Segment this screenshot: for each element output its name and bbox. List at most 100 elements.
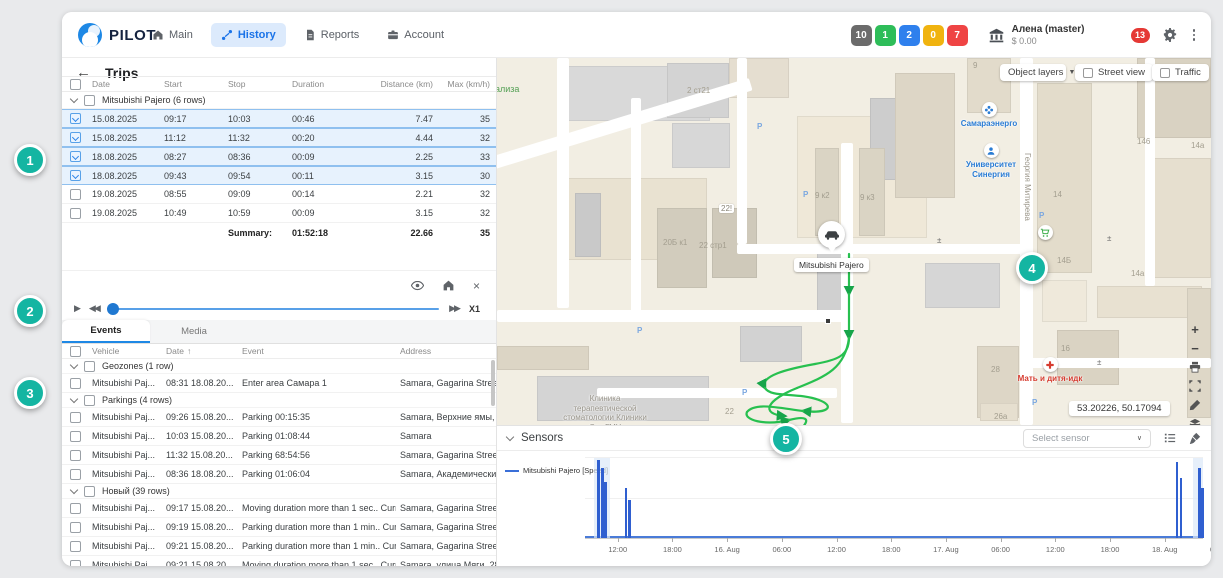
- trip-row[interactable]: 19.08.202508:5509:0900:142.2132: [62, 185, 496, 204]
- event-row-checkbox[interactable]: [70, 450, 81, 461]
- trip-row-checkbox[interactable]: [70, 170, 81, 181]
- object-layers-dropdown[interactable]: Object layers▼: [1000, 64, 1066, 81]
- trip-row[interactable]: 15.08.202509:1710:0300:467.4735: [62, 109, 496, 128]
- event-row[interactable]: Mitsubishi Paj...09:19 15.08.20...Parkin…: [62, 518, 496, 537]
- street-view-checkbox[interactable]: [1083, 68, 1093, 78]
- layers-icon[interactable]: [1187, 417, 1203, 425]
- events-column-header[interactable]: Date↑: [162, 346, 238, 356]
- event-row-checkbox[interactable]: [70, 378, 81, 389]
- trip-row[interactable]: 15.08.202511:1211:3200:204.4432: [62, 128, 496, 147]
- event-row[interactable]: Mitsubishi Paj...09:21 15.08.20...Moving…: [62, 556, 496, 566]
- play-button[interactable]: ▶: [74, 303, 79, 314]
- zoom-out-button[interactable]: −: [1187, 341, 1203, 355]
- playback-slider[interactable]: [109, 308, 439, 310]
- group-checkbox[interactable]: [84, 486, 95, 497]
- event-row-checkbox[interactable]: [70, 412, 81, 423]
- events-group-row[interactable]: Новый (39 rows): [62, 484, 496, 499]
- event-row[interactable]: Mitsubishi Paj...08:36 18.08.20...Parkin…: [62, 465, 496, 484]
- sensor-list-icon[interactable]: [1164, 432, 1176, 444]
- nav-item-reports[interactable]: Reports: [294, 23, 370, 47]
- event-row[interactable]: Mitsubishi Paj...10:03 15.08.20...Parkin…: [62, 427, 496, 446]
- group-checkbox[interactable]: [84, 395, 95, 406]
- nav-item-main[interactable]: Main: [142, 23, 203, 47]
- traffic-checkbox[interactable]: [1160, 68, 1170, 78]
- clear-brush-icon[interactable]: [1189, 432, 1201, 444]
- event-row[interactable]: Mitsubishi Paj...08:31 18.08.20...Enter …: [62, 374, 496, 393]
- sensor-select[interactable]: Select sensor∨: [1023, 429, 1151, 448]
- street-view-toggle[interactable]: Street view: [1075, 64, 1153, 81]
- nav-item-account[interactable]: Account: [377, 23, 454, 47]
- events-column-header[interactable]: Address: [396, 346, 497, 356]
- status-counter-2[interactable]: 2: [899, 25, 920, 46]
- tab-media[interactable]: Media: [150, 320, 238, 343]
- trip-row-checkbox[interactable]: [70, 208, 81, 219]
- group-chevron-icon[interactable]: [70, 394, 78, 402]
- map-canvas[interactable]: Mitsubishi Pajero 2 ст219129 к29 к322!20…: [497, 58, 1211, 425]
- event-row-checkbox[interactable]: [70, 522, 81, 533]
- events-column-header[interactable]: Vehicle: [88, 346, 162, 356]
- traffic-toggle[interactable]: Traffic: [1152, 64, 1209, 81]
- trips-group-row[interactable]: Mitsubishi Pajero (6 rows): [62, 92, 496, 109]
- trip-row[interactable]: 18.08.202509:4309:5400:113.1530: [62, 166, 496, 185]
- tab-events[interactable]: Events: [62, 320, 150, 343]
- trip-row-checkbox[interactable]: [70, 189, 81, 200]
- status-counter-1[interactable]: 1: [875, 25, 896, 46]
- events-scrollbar[interactable]: [491, 360, 495, 406]
- trips-column-header[interactable]: Distance (km): [358, 79, 440, 89]
- trips-column-header[interactable]: Duration: [288, 79, 358, 89]
- status-counter-4[interactable]: 7: [947, 25, 968, 46]
- vehicle-marker[interactable]: [818, 221, 845, 253]
- events-group-row[interactable]: Parkings (4 rows): [62, 393, 496, 408]
- overflow-menu-icon[interactable]: [1191, 27, 1198, 43]
- eye-icon[interactable]: [411, 279, 424, 292]
- group-checkbox[interactable]: [84, 361, 95, 372]
- event-row-checkbox[interactable]: [70, 560, 81, 567]
- event-row[interactable]: Mitsubishi Paj...11:32 15.08.20...Parkin…: [62, 446, 496, 465]
- event-row[interactable]: Mitsubishi Paj...09:26 15.08.20...Parkin…: [62, 408, 496, 427]
- event-row[interactable]: Mitsubishi Paj...09:21 15.08.20...Parkin…: [62, 537, 496, 556]
- trips-column-header[interactable]: Max (km/h): [440, 79, 497, 89]
- slider-handle[interactable]: [107, 303, 119, 315]
- notifications-badge[interactable]: 13: [1131, 28, 1150, 43]
- nav-item-history[interactable]: History: [211, 23, 286, 47]
- ruler-pencil-icon[interactable]: [1187, 398, 1203, 412]
- trip-row-checkbox[interactable]: [70, 113, 81, 124]
- trip-row-checkbox[interactable]: [70, 132, 81, 143]
- event-row-checkbox[interactable]: [70, 469, 81, 480]
- group-checkbox[interactable]: [84, 95, 95, 106]
- group-chevron-icon[interactable]: [70, 94, 78, 102]
- status-counter-3[interactable]: 0: [923, 25, 944, 46]
- events-column-header[interactable]: Event: [238, 346, 396, 356]
- user-info[interactable]: Алена (master) $ 0.00: [988, 24, 1085, 47]
- settings-gear-icon[interactable]: [1163, 28, 1177, 42]
- axis-tick: [1165, 538, 1166, 542]
- rewind-button[interactable]: ◀◀: [89, 303, 99, 314]
- event-row-checkbox[interactable]: [70, 431, 81, 442]
- group-chevron-icon[interactable]: [70, 485, 78, 493]
- fast-forward-button[interactable]: ▶▶: [449, 303, 459, 314]
- select-area-icon[interactable]: [1187, 379, 1203, 393]
- zoom-in-button[interactable]: +: [1187, 322, 1203, 336]
- trip-row[interactable]: 18.08.202508:2708:3600:092.2533: [62, 147, 496, 166]
- playback-speed[interactable]: X1: [469, 304, 480, 314]
- home-icon[interactable]: [442, 279, 455, 292]
- trips-column-header[interactable]: Stop: [224, 79, 288, 89]
- event-row-checkbox[interactable]: [70, 541, 81, 552]
- close-icon[interactable]: ×: [473, 280, 480, 292]
- print-icon[interactable]: [1187, 360, 1203, 374]
- trips-select-all-checkbox[interactable]: [70, 79, 81, 90]
- collapse-chevron-icon[interactable]: [506, 432, 514, 440]
- events-select-all-checkbox[interactable]: [70, 346, 81, 357]
- vehicle-label[interactable]: Mitsubishi Pajero: [794, 258, 869, 272]
- sort-arrow-icon[interactable]: ↑: [187, 346, 191, 356]
- status-counter-0[interactable]: 10: [851, 25, 872, 46]
- trips-group-label: Mitsubishi Pajero (6 rows): [102, 95, 206, 105]
- trip-row-checkbox[interactable]: [70, 151, 81, 162]
- group-chevron-icon[interactable]: [70, 360, 78, 368]
- event-row-checkbox[interactable]: [70, 503, 81, 514]
- trips-column-header[interactable]: Start: [160, 79, 224, 89]
- events-group-row[interactable]: Geozones (1 row): [62, 359, 496, 374]
- event-row[interactable]: Mitsubishi Paj...09:17 15.08.20...Moving…: [62, 499, 496, 518]
- trip-row[interactable]: 19.08.202510:4910:5900:093.1532: [62, 204, 496, 223]
- trips-column-header[interactable]: Date: [88, 79, 160, 89]
